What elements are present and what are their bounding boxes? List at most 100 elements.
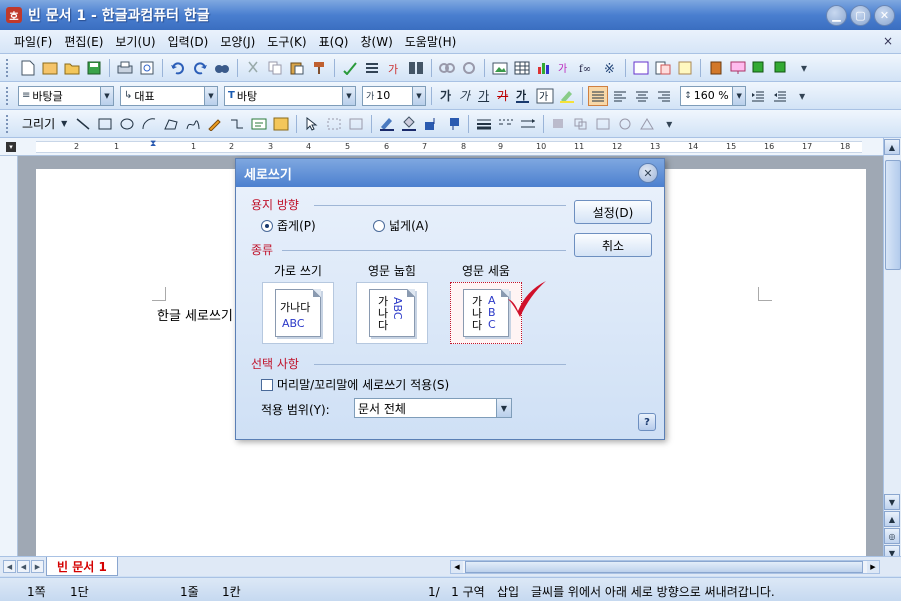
close-document-icon[interactable]: × [883, 34, 893, 48]
rotate-icon[interactable] [615, 114, 635, 134]
line-color-icon[interactable] [377, 114, 397, 134]
open-folder-icon[interactable] [62, 58, 82, 78]
scroll-down-icon[interactable]: ▼ [884, 494, 900, 510]
dialog-title-bar[interactable]: 세로쓰기 ✕ [236, 159, 664, 187]
menu-insert[interactable]: 입력(D) [162, 33, 215, 50]
menu-format[interactable]: 모양(J) [214, 33, 261, 50]
slide-show-1-icon[interactable] [750, 58, 770, 78]
type-lying-option[interactable]: 가나다 ABC [356, 282, 428, 344]
symbol-icon[interactable]: ※ [600, 58, 620, 78]
arrow-style-icon[interactable] [518, 114, 538, 134]
polygon-tool-icon[interactable] [161, 114, 181, 134]
textbox-tool-icon[interactable] [249, 114, 269, 134]
menu-view[interactable]: 보기(U) [109, 33, 161, 50]
connector-tool-icon[interactable] [227, 114, 247, 134]
status-insert-mode[interactable]: 삽입 [497, 583, 519, 600]
toolbar-overflow-icon[interactable]: ▾ [659, 114, 679, 134]
bring-forward-icon[interactable] [421, 114, 441, 134]
toolbar-overflow-icon[interactable]: ▾ [794, 58, 814, 78]
indent-increase-icon[interactable] [748, 86, 768, 106]
char-box-icon[interactable]: 가 [535, 86, 555, 106]
line-style-icon[interactable] [474, 114, 494, 134]
underline-button[interactable]: 가 [475, 87, 492, 104]
style-select[interactable]: ≡ 바탕글 ▼ [18, 85, 114, 106]
chart-icon[interactable] [534, 58, 554, 78]
vertical-scrollbar[interactable]: ▲ ▼ ▲ ◎ ▼ [883, 138, 901, 561]
scroll-up-icon[interactable]: ▲ [884, 139, 900, 155]
print-preview-icon[interactable] [137, 58, 157, 78]
toolbar-overflow-icon[interactable]: ▾ [792, 86, 812, 106]
paste-icon[interactable] [287, 58, 307, 78]
bold-button[interactable]: 가 [437, 87, 454, 104]
paragraph-icon[interactable] [362, 58, 382, 78]
indent-decrease-icon[interactable] [770, 86, 790, 106]
language-select[interactable]: ↳ 대표 ▼ [120, 85, 218, 106]
ungroup-icon[interactable] [346, 114, 366, 134]
bookmark-icon[interactable] [459, 58, 479, 78]
next-tab-icon[interactable]: ▶ [31, 560, 44, 573]
align-right-icon[interactable] [654, 86, 674, 106]
align-justify-icon[interactable] [588, 85, 609, 106]
open-template-icon[interactable] [40, 58, 60, 78]
toolbar-grip[interactable] [6, 86, 10, 105]
horizontal-scrollbar[interactable]: ◀ ▶ [450, 560, 880, 574]
header-footer-checkbox[interactable]: 머리말/꼬리말에 세로쓰기 적용(S) [261, 376, 449, 393]
draw-menu-label[interactable]: 그리기 [18, 115, 59, 132]
line-spacing-select[interactable]: ↕ 160 % ▼ [680, 85, 747, 106]
prev-tab-icon[interactable]: ◀ [17, 560, 30, 573]
spell-check-icon[interactable] [340, 58, 360, 78]
font-size-select[interactable]: 가 10 ▼ [362, 85, 426, 106]
cancel-button[interactable]: 취소 [574, 233, 652, 257]
close-button[interactable]: ✕ [874, 5, 895, 26]
minimize-button[interactable]: ▁ [826, 5, 847, 26]
pen-tool-icon[interactable] [205, 114, 225, 134]
flip-icon[interactable] [637, 114, 657, 134]
chevron-down-icon[interactable]: ▼ [61, 119, 67, 128]
new-document-icon[interactable] [18, 58, 38, 78]
insert-picture-icon[interactable] [490, 58, 510, 78]
shadow-icon[interactable] [549, 114, 569, 134]
page-select-icon[interactable]: ◎ [884, 528, 900, 544]
select-object-icon[interactable] [302, 114, 322, 134]
arc-tool-icon[interactable] [139, 114, 159, 134]
columns-icon[interactable] [406, 58, 426, 78]
indent-marker-icon[interactable]: ⧗ [150, 139, 156, 149]
fill-color-icon[interactable] [399, 114, 419, 134]
print-icon[interactable] [115, 58, 135, 78]
hyperlink-icon[interactable] [437, 58, 457, 78]
book-icon[interactable] [706, 58, 726, 78]
ok-button[interactable]: 설정(D) [574, 200, 652, 224]
font-color-icon[interactable]: 가 [513, 86, 533, 106]
vertical-ruler[interactable] [0, 156, 18, 556]
line-tool-icon[interactable] [73, 114, 93, 134]
align-left-icon[interactable] [610, 86, 630, 106]
menu-window[interactable]: 창(W) [354, 33, 398, 50]
document-tab[interactable]: 빈 문서 1 [46, 557, 118, 576]
menu-file[interactable]: 파일(F) [8, 33, 58, 50]
first-tab-icon[interactable]: ◀ [3, 560, 16, 573]
find-icon[interactable] [212, 58, 232, 78]
menu-table[interactable]: 표(Q) [313, 33, 355, 50]
glyph-icon[interactable]: 가 [556, 58, 576, 78]
horizontal-thumb[interactable] [465, 561, 863, 573]
app-icon[interactable]: 호 [6, 7, 22, 23]
maximize-button[interactable]: ▢ [850, 5, 871, 26]
font-select[interactable]: T 바탕 ▼ [224, 85, 356, 106]
toolbar-grip[interactable] [6, 58, 10, 77]
rectangle-tool-icon[interactable] [95, 114, 115, 134]
help-icon[interactable]: ? [638, 413, 656, 431]
align-objects-icon[interactable] [571, 114, 591, 134]
line-dash-icon[interactable] [496, 114, 516, 134]
undo-icon[interactable] [168, 58, 188, 78]
align-center-icon[interactable] [632, 86, 652, 106]
equation-icon[interactable]: f∞ [578, 58, 598, 78]
format-painter-icon[interactable] [309, 58, 329, 78]
memo-icon[interactable] [675, 58, 695, 78]
ellipse-tool-icon[interactable] [117, 114, 137, 134]
type-horizontal-option[interactable]: 가나다 ABC [262, 282, 334, 344]
picture-frame-icon[interactable] [271, 114, 291, 134]
distribute-icon[interactable] [593, 114, 613, 134]
save-icon[interactable] [84, 58, 104, 78]
menu-tools[interactable]: 도구(K) [261, 33, 312, 50]
group-icon[interactable] [324, 114, 344, 134]
